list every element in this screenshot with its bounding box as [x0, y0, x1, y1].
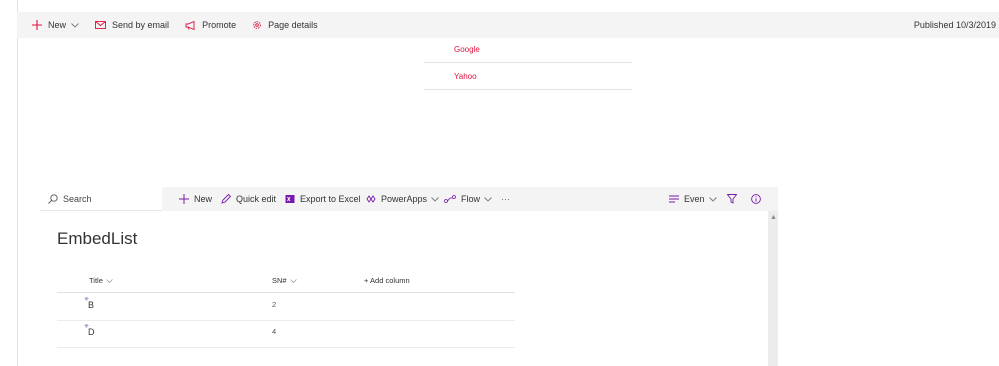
more-icon: ···: [501, 194, 510, 204]
new-item-icon: ✳: [84, 324, 90, 330]
row-sn-cell: 2: [272, 300, 277, 309]
chevron-down-icon: [431, 196, 439, 202]
quick-edit-label: Quick edit: [236, 194, 277, 204]
list-view-icon: [669, 195, 679, 203]
plus-icon: [179, 194, 189, 204]
excel-icon: [285, 195, 295, 203]
search-box[interactable]: Search: [40, 187, 162, 211]
table-row[interactable]: ✳ B 2: [57, 293, 515, 321]
megaphone-icon: [185, 20, 195, 30]
quick-link-yahoo[interactable]: Yahoo: [424, 63, 632, 90]
export-to-excel-button[interactable]: Export to Excel: [285, 187, 361, 211]
filter-icon: [727, 194, 737, 204]
quick-link-label[interactable]: Google: [454, 45, 480, 54]
chevron-down-icon: [289, 278, 297, 283]
column-header-label: SN#: [272, 276, 287, 285]
quick-edit-button[interactable]: Quick edit: [221, 187, 276, 211]
flow-label: Flow: [461, 194, 481, 204]
flow-button[interactable]: Flow: [444, 187, 492, 211]
plus-icon: [32, 20, 42, 30]
powerapps-label: PowerApps: [381, 194, 428, 204]
add-column-button[interactable]: + Add column: [364, 276, 410, 285]
scroll-up-icon[interactable]: ▲: [770, 214, 777, 221]
table-row[interactable]: ✳ D 4: [57, 320, 515, 348]
search-icon: [48, 193, 58, 204]
quick-links: Google Yahoo: [424, 36, 632, 90]
page-command-bar: New Send by email Promote Page details P…: [17, 12, 999, 38]
pencil-icon: [221, 194, 231, 204]
column-header-title[interactable]: Title: [89, 276, 113, 285]
info-button[interactable]: [751, 187, 766, 211]
quick-link-google[interactable]: Google: [424, 36, 632, 63]
chevron-down-icon: [106, 278, 113, 283]
filter-button[interactable]: [727, 187, 742, 211]
list-title: EmbedList: [57, 229, 138, 248]
published-status: Published 10/3/2019: [913, 20, 996, 30]
chevron-down-icon: [484, 196, 492, 202]
mail-icon: [95, 21, 106, 29]
view-label: Even: [684, 194, 705, 204]
chevron-down-icon: [71, 22, 79, 28]
gear-icon: [253, 21, 261, 29]
info-icon: [751, 194, 761, 204]
column-header-label: Title: [89, 276, 103, 285]
flow-icon: [444, 195, 456, 203]
chevron-down-icon: [708, 196, 717, 202]
page-details-label: Page details: [268, 20, 318, 30]
add-column-label: + Add column: [364, 276, 410, 285]
quick-link-label[interactable]: Yahoo: [454, 72, 477, 81]
row-sn-cell: 4: [272, 327, 277, 336]
list-command-bar: Search New Quick edit Export to Excel Po…: [40, 187, 778, 211]
powerapps-button[interactable]: PowerApps: [366, 187, 439, 211]
list-scrollbar[interactable]: ▲: [768, 211, 778, 366]
more-options-button[interactable]: ···: [501, 187, 510, 211]
promote-button[interactable]: Promote: [185, 20, 236, 30]
list-new-button[interactable]: New: [179, 187, 212, 211]
list-new-label: New: [194, 194, 213, 204]
powerapps-icon: [366, 195, 376, 203]
row-title-cell[interactable]: ✳ D: [84, 324, 95, 337]
send-by-email-button[interactable]: Send by email: [95, 20, 169, 30]
column-header-sn[interactable]: SN#: [272, 276, 297, 285]
search-placeholder: Search: [63, 193, 92, 204]
left-rail: [0, 0, 18, 366]
row-title-cell[interactable]: ✳ B: [84, 297, 94, 310]
new-label: New: [48, 20, 67, 30]
promote-label: Promote: [202, 20, 237, 30]
page-details-button[interactable]: Page details: [252, 20, 318, 30]
new-item-icon: ✳: [84, 297, 90, 303]
new-button[interactable]: New: [32, 20, 79, 30]
send-by-email-label: Send by email: [112, 20, 170, 30]
view-selector[interactable]: Even: [669, 187, 717, 211]
export-to-excel-label: Export to Excel: [300, 194, 361, 204]
